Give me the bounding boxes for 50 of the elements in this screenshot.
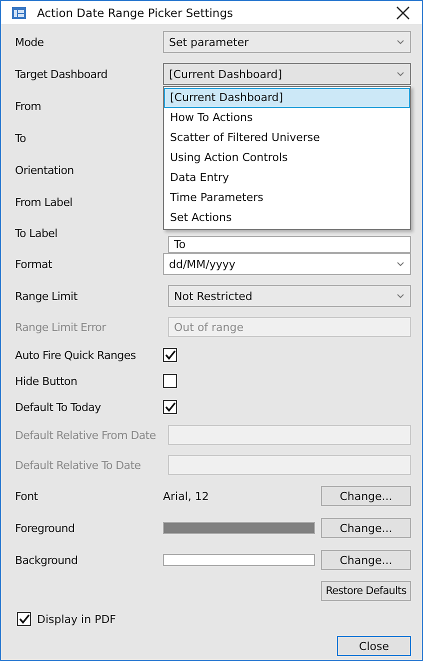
dropdown[interactable]: dd/MM/yyyy	[163, 253, 411, 275]
dropdown-option[interactable]: Set Actions	[164, 208, 410, 228]
chevron-down-icon	[397, 40, 404, 44]
field-label: Target Dashboard	[15, 68, 108, 80]
field-label: Background	[15, 554, 79, 566]
change-button[interactable]: Change...	[321, 486, 411, 506]
window-title: Action Date Range Picker Settings	[37, 6, 234, 20]
dropdown-option[interactable]: [Current Dashboard]	[164, 88, 410, 108]
dropdown[interactable]: [Current Dashboard]	[163, 63, 411, 85]
dropdown[interactable]: Set parameter	[163, 31, 411, 53]
field-label: Hide Button	[15, 374, 78, 388]
field-label: Auto Fire Quick Ranges	[15, 348, 137, 362]
field-label: To	[15, 132, 27, 144]
dropdown[interactable]: Not Restricted	[168, 285, 411, 307]
checkbox[interactable]	[17, 612, 31, 626]
dropdown-option[interactable]: Using Action Controls	[164, 148, 410, 168]
checkbox[interactable]	[163, 374, 177, 388]
app-icon	[11, 4, 27, 20]
field-label: From	[15, 100, 42, 112]
field-label: Mode	[15, 36, 45, 48]
field-label: Range Limit	[15, 290, 78, 302]
change-button[interactable]: Change...	[321, 518, 411, 538]
chevron-down-icon	[397, 294, 404, 298]
close-button[interactable]: Close	[337, 636, 411, 656]
field-label: Font	[15, 490, 39, 502]
field-label: Default To Today	[15, 400, 102, 414]
field-label: Default Relative To Date	[15, 458, 142, 472]
text-field[interactable]	[168, 455, 411, 475]
field-label: Range Limit Error	[15, 320, 108, 334]
dropdown-option[interactable]: Data Entry	[164, 168, 410, 188]
chevron-down-icon	[397, 72, 404, 76]
font-value: Arial, 12	[163, 490, 210, 502]
dropdown-option[interactable]: Time Parameters	[164, 188, 410, 208]
checkbox-label: Display in PDF	[37, 612, 116, 626]
restore-defaults-button[interactable]: Restore Defaults	[321, 581, 411, 601]
field-label: Foreground	[15, 522, 76, 534]
checkbox[interactable]	[163, 400, 177, 414]
dropdown-option[interactable]: How To Actions	[164, 108, 410, 128]
field-label: Orientation	[15, 164, 75, 176]
checkbox[interactable]	[163, 348, 177, 362]
chevron-down-icon	[397, 262, 404, 266]
field-label: From Label	[15, 196, 74, 208]
field-label: Format	[15, 258, 53, 270]
text-field[interactable]	[168, 425, 411, 445]
change-button[interactable]: Change...	[321, 550, 411, 570]
field-label: Default Relative From Date	[15, 428, 157, 442]
close-icon[interactable]	[396, 6, 410, 20]
field-label: To Label	[15, 226, 58, 240]
text-field[interactable]: To	[168, 236, 411, 252]
dropdown-option[interactable]: Scatter of Filtered Universe	[164, 128, 410, 148]
